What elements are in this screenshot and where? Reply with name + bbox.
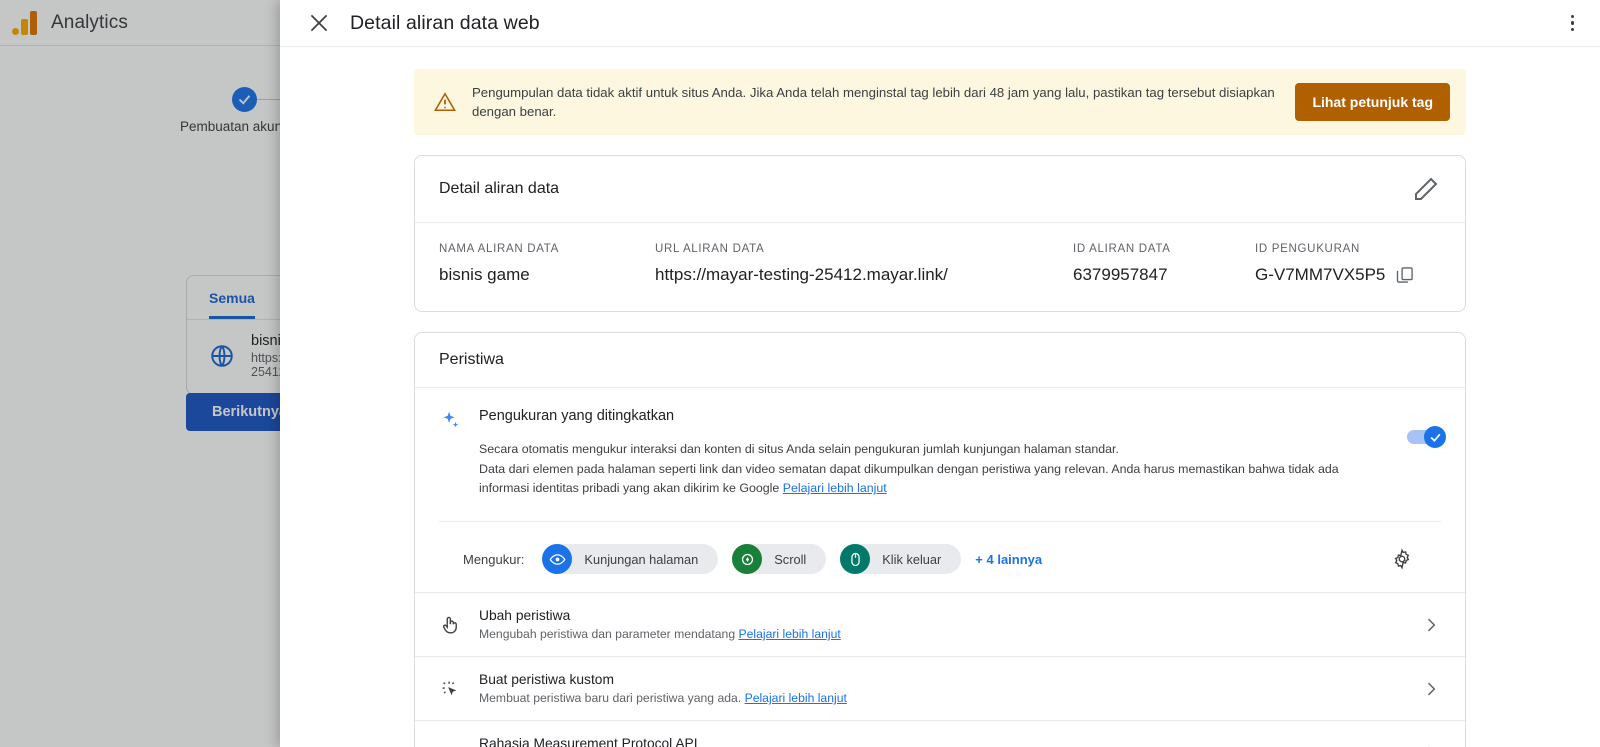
click-sparkle-icon — [442, 681, 457, 695]
stream-detail-card: Detail aliran data NAMA ALIRAN DATA bisn… — [414, 155, 1466, 313]
more-measurements-link[interactable]: + 4 lainnya — [975, 552, 1042, 567]
field-label: ID PENGUKURAN — [1255, 243, 1360, 256]
field-label: ID ALIRAN DATA — [1073, 243, 1171, 256]
modal-scrim[interactable] — [0, 0, 280, 747]
row-ubah-peristiwa[interactable]: Ubah peristiwa Mengubah peristiwa dan pa… — [415, 592, 1465, 656]
mouse-icon — [840, 544, 871, 575]
field-stream-url: URL ALIRAN DATA https://mayar-testing-25… — [655, 243, 1073, 285]
chevron-right-icon — [1428, 746, 1430, 747]
data-collection-warning-banner: Pengumpulan data tidak aktif untuk situs… — [414, 69, 1466, 136]
chevron-right-icon — [1427, 618, 1436, 631]
chip-kunjungan-halaman[interactable]: Kunjungan halaman — [542, 544, 719, 575]
description-line-2: Data dari elemen pada halaman seperti li… — [479, 461, 1339, 496]
view-tag-instructions-button[interactable]: Lihat petunjuk tag — [1295, 83, 1450, 122]
close-icon[interactable] — [306, 10, 332, 36]
stream-detail-header: Detail aliran data — [415, 156, 1465, 224]
field-value: G-V7MM7VX5P5 — [1255, 265, 1386, 285]
chip-label: Kunjungan halaman — [584, 551, 699, 567]
chip-klik-keluar[interactable]: Klik keluar — [840, 544, 962, 575]
more-vert-icon[interactable] — [1565, 9, 1581, 38]
field-stream-name: NAMA ALIRAN DATA bisnis game — [439, 243, 655, 285]
row-title: Rahasia Measurement Protocol API — [479, 736, 698, 747]
warning-triangle-icon — [434, 92, 456, 112]
row-measurement-protocol-api[interactable]: Rahasia Measurement Protocol API Buat ra… — [415, 720, 1465, 747]
learn-more-link[interactable]: Pelajari lebih lanjut — [783, 481, 887, 495]
toggle-thumb-check-icon — [1424, 426, 1446, 449]
panel-body: Pengumpulan data tidak aktif untuk situs… — [280, 47, 1600, 747]
enhanced-measurement-title: Pengukuran yang ditingkatkan — [479, 408, 675, 425]
events-card: Peristiwa Pengukuran yang ditingkatkan S… — [414, 332, 1466, 747]
app-screen: Analytics Pembuatan akun Semua bisnis ga… — [0, 0, 1600, 747]
chip-label: Klik keluar — [882, 551, 942, 567]
row-subtitle: Mengubah peristiwa dan parameter mendata… — [479, 627, 841, 642]
pencil-icon[interactable] — [1411, 174, 1441, 204]
warning-text: Pengumpulan data tidak aktif untuk situs… — [472, 85, 1275, 120]
panel-header: Detail aliran data web — [280, 0, 1600, 47]
field-stream-id: ID ALIRAN DATA 6379957847 — [1073, 243, 1255, 285]
copy-icon[interactable] — [1395, 265, 1415, 285]
enhanced-measurement-block: Pengukuran yang ditingkatkan Secara otom… — [415, 388, 1465, 592]
panel-title: Detail aliran data web — [350, 11, 540, 34]
field-value: 6379957847 — [1073, 265, 1168, 285]
chip-label: Scroll — [774, 551, 807, 567]
row-title: Ubah peristiwa — [479, 608, 571, 624]
chevron-right-icon — [1427, 682, 1436, 695]
measuring-chips-row: Mengukur: Kunjungan halaman Scroll Klik … — [439, 521, 1441, 592]
key-icon — [439, 742, 461, 747]
gear-icon[interactable] — [1387, 544, 1417, 574]
field-value-row: G-V7MM7VX5P5 — [1255, 265, 1441, 285]
field-label: URL ALIRAN DATA — [655, 243, 765, 256]
scroll-target-icon — [732, 544, 763, 575]
sparkle-icon — [443, 412, 459, 428]
eye-icon — [542, 544, 573, 575]
enhanced-measurement-description: Secara otomatis mengukur interaksi dan k… — [479, 440, 1389, 499]
chip-scroll[interactable]: Scroll — [732, 544, 827, 575]
field-label: NAMA ALIRAN DATA — [439, 243, 560, 256]
tap-hand-icon — [442, 616, 457, 634]
learn-more-link[interactable]: Pelajari lebih lanjut — [739, 627, 841, 641]
stream-details-panel: Detail aliran data web Pengumpulan data … — [280, 0, 1600, 747]
enhanced-measurement-toggle[interactable] — [1407, 426, 1446, 449]
field-value: https://mayar-testing-25412.mayar.link/ — [655, 265, 948, 285]
row-buat-peristiwa-kustom[interactable]: Buat peristiwa kustom Membuat peristiwa … — [415, 656, 1465, 720]
stream-detail-title: Detail aliran data — [439, 180, 560, 198]
stream-detail-fields: NAMA ALIRAN DATA bisnis game URL ALIRAN … — [415, 223, 1465, 311]
description-line-1: Secara otomatis mengukur interaksi dan k… — [479, 442, 1119, 457]
events-header: Peristiwa — [415, 333, 1465, 389]
events-title: Peristiwa — [439, 351, 504, 369]
learn-more-link[interactable]: Pelajari lebih lanjut — [745, 691, 847, 705]
row-subtitle: Membuat peristiwa baru dari peristiwa ya… — [479, 691, 847, 706]
field-measurement-id: ID PENGUKURAN G-V7MM7VX5P5 — [1255, 243, 1441, 285]
measuring-label: Mengukur: — [463, 551, 525, 567]
field-value: bisnis game — [439, 265, 530, 285]
row-title: Buat peristiwa kustom — [479, 672, 614, 688]
